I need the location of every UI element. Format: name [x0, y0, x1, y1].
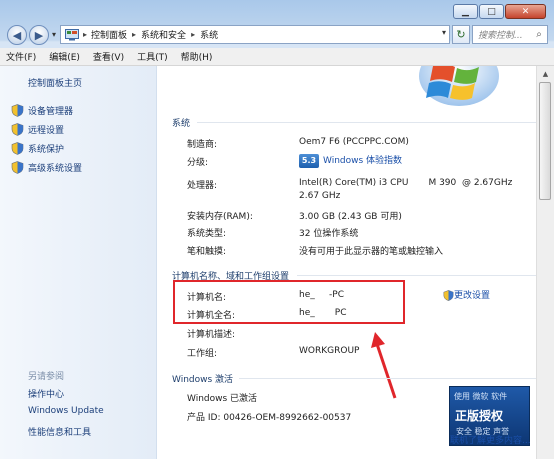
processor-value: Intel(R) Core(TM) i3 CPU M 390 @ 2.67GHz	[299, 178, 513, 188]
manufacturer-label: 制造商:	[187, 140, 218, 150]
genuine-badge-line2: 正版授权	[455, 409, 504, 423]
divider	[197, 122, 537, 123]
uac-shield-icon	[11, 123, 24, 136]
menu-file[interactable]: 文件(F)	[6, 50, 36, 63]
processor-label: 处理器:	[187, 181, 218, 191]
see-also-windows-update[interactable]: Windows Update	[28, 406, 104, 416]
search-box[interactable]: 搜索控制... ⌕	[472, 25, 548, 44]
pen-touch-value: 没有可用于此显示器的笔或触控输入	[299, 247, 444, 257]
sidebar-item-remote-settings[interactable]: 远程设置	[11, 120, 82, 139]
breadcrumb: 控制面板 ▸ 系统和安全 ▸ 系统	[91, 28, 218, 41]
minimize-button[interactable]: ▁	[453, 4, 478, 19]
uac-shield-icon	[11, 104, 24, 117]
genuine-badge-line1: 使用 微软 软件	[454, 392, 508, 401]
see-also-action-center[interactable]: 操作中心	[28, 387, 64, 400]
menu-help[interactable]: 帮助(H)	[181, 50, 213, 63]
search-input[interactable]: 搜索控制...	[478, 28, 531, 41]
sidebar-item-label: 高级系统设置	[28, 164, 83, 174]
sidebar-item-label: 系统保护	[28, 145, 65, 155]
breadcrumb-system[interactable]: 系统	[200, 28, 218, 41]
experience-index-badge: 5.3	[299, 153, 319, 168]
control-panel-home-link[interactable]: 控制面板主页	[28, 76, 82, 89]
learn-more-online-link[interactable]: 联机了解更多内容...	[450, 433, 531, 446]
see-also-performance[interactable]: 性能信息和工具	[28, 425, 91, 438]
menu-bar: 文件(F) 编辑(E) 查看(V) 工具(T) 帮助(H)	[0, 48, 554, 66]
scrollbar-thumb[interactable]	[539, 82, 551, 200]
navigation-buttons: ◀ ▶ ▾	[7, 25, 56, 45]
workgroup-label: 工作组:	[187, 349, 218, 359]
scroll-up-icon[interactable]: ▲	[537, 66, 554, 82]
control-panel-icon	[65, 28, 79, 40]
ram-label: 安装内存(RAM):	[187, 212, 253, 222]
processor-speed-value: 2.67 GHz	[299, 191, 341, 201]
activation-status: Windows 已激活	[187, 394, 258, 404]
maximize-button[interactable]: □	[479, 4, 504, 19]
close-button[interactable]: ✕	[505, 4, 546, 19]
workgroup-value: WORKGROUP	[299, 346, 360, 356]
menu-view[interactable]: 查看(V)	[93, 50, 124, 63]
sidebar-item-label: 设备管理器	[28, 107, 74, 117]
highlight-box	[173, 280, 405, 324]
windows-logo-icon	[419, 66, 499, 106]
sidebar-item-system-protection[interactable]: 系统保护	[11, 139, 82, 158]
breadcrumb-separator-icon: ▸	[132, 30, 137, 39]
task-pane: 控制面板主页 设备管理器 远程设置 系统保护 高级系统设置 另请参阅 操作中心 …	[0, 66, 157, 459]
back-button[interactable]: ◀	[7, 25, 27, 45]
sidebar-item-advanced-settings[interactable]: 高级系统设置	[11, 158, 82, 177]
address-dropdown-icon[interactable]: ▾	[442, 28, 446, 37]
see-also-heading: 另请参阅	[28, 372, 65, 382]
change-settings-label: 更改设置	[454, 291, 491, 301]
pen-touch-label: 笔和触摸:	[187, 247, 227, 257]
breadcrumb-separator-icon: ▸	[191, 30, 196, 39]
refresh-button[interactable]: ↻	[452, 25, 470, 44]
divider	[239, 378, 537, 379]
caption-buttons: ▁ □ ✕	[453, 4, 546, 19]
rating-value[interactable]: 5.3 Windows 体验指数	[299, 153, 402, 168]
red-arrow-icon	[371, 332, 397, 399]
uac-shield-icon	[11, 161, 24, 174]
sidebar-item-device-manager[interactable]: 设备管理器	[11, 101, 82, 120]
system-type-value: 32 位操作系统	[299, 229, 359, 239]
task-list: 设备管理器 远程设置 系统保护 高级系统设置	[11, 101, 82, 177]
change-settings-link[interactable]: 更改设置	[443, 288, 490, 301]
menu-tools[interactable]: 工具(T)	[137, 50, 168, 63]
experience-index-link[interactable]: Windows 体验指数	[323, 156, 402, 166]
uac-shield-icon	[11, 142, 24, 155]
system-details-pane: 系统 制造商: Oem7 F6 (PCCPPC.COM) 分级: 5.3 Wind…	[157, 66, 554, 459]
uac-shield-icon	[443, 290, 454, 301]
address-bar[interactable]: ▸ 控制面板 ▸ 系统和安全 ▸ 系统 ▾	[60, 25, 450, 44]
breadcrumb-separator-icon: ▸	[83, 30, 88, 39]
forward-button[interactable]: ▶	[29, 25, 49, 45]
explorer-window: ▁ □ ✕ ◀ ▶ ▾ ▸ 控制面板 ▸ 系统和安全 ▸ 系统 ▾ ↻ 搜索控制…	[0, 0, 554, 459]
ram-value: 3.00 GB (2.43 GB 可用)	[299, 212, 402, 222]
recent-pages-chevron-icon[interactable]: ▾	[52, 30, 56, 45]
computer-description-label: 计算机描述:	[187, 330, 236, 340]
breadcrumb-control-panel[interactable]: 控制面板	[91, 28, 127, 41]
search-icon[interactable]: ⌕	[531, 29, 547, 40]
product-id: 产品 ID: 00426-OEM-8992662-00537	[187, 413, 352, 423]
breadcrumb-system-security[interactable]: 系统和安全	[141, 28, 186, 41]
rating-label: 分级:	[187, 158, 209, 168]
menu-edit[interactable]: 编辑(E)	[49, 50, 80, 63]
system-type-label: 系统类型:	[187, 229, 227, 239]
activation-section-title: Windows 激活	[172, 375, 234, 385]
vertical-scrollbar[interactable]: ▲	[536, 66, 554, 459]
divider	[297, 275, 537, 276]
manufacturer-value: Oem7 F6 (PCCPPC.COM)	[299, 137, 409, 147]
system-section-title: 系统	[172, 119, 191, 129]
sidebar-item-label: 远程设置	[28, 126, 65, 136]
